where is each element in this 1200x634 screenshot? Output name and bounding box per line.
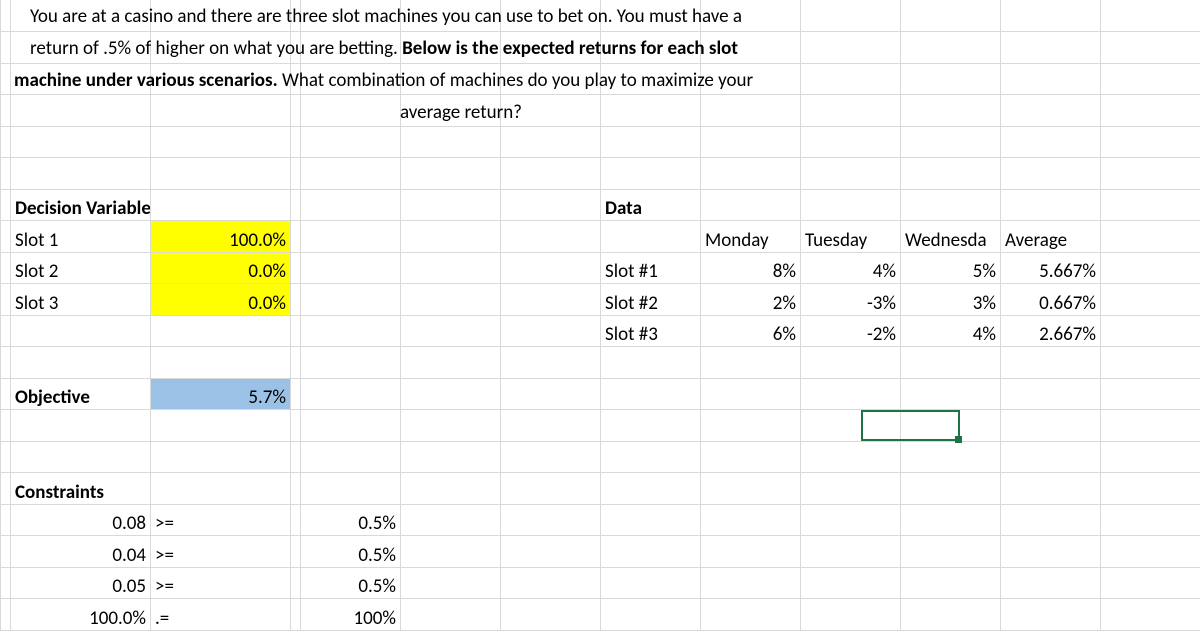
constraint-lhs-3[interactable]: 0.05 — [11, 567, 151, 599]
col-monday[interactable]: Monday — [701, 221, 801, 253]
data-wed-1[interactable]: 5% — [901, 252, 1001, 284]
spreadsheet-grid[interactable]: Decision Variables Data Slot 1 100.0% Mo… — [0, 0, 1200, 631]
constraint-rhs-4[interactable]: 100% — [301, 599, 401, 631]
spreadsheet-viewport[interactable]: Decision Variables Data Slot 1 100.0% Mo… — [0, 0, 1200, 634]
objective-label[interactable]: Objective — [11, 378, 151, 410]
decision-variables-header[interactable]: Decision Variables — [11, 189, 151, 221]
data-wed-3[interactable]: 4% — [901, 315, 1001, 347]
dv-value-slot2[interactable]: 0.0% — [151, 252, 291, 284]
constraint-lhs-2[interactable]: 0.04 — [11, 536, 151, 568]
col-average[interactable]: Average — [1001, 221, 1101, 253]
dv-label-slot2[interactable]: Slot 2 — [11, 252, 151, 284]
constraints-header[interactable]: Constraints — [11, 473, 151, 505]
constraint-op-4[interactable]: .= — [151, 599, 291, 631]
data-avg-3[interactable]: 2.667% — [1001, 315, 1101, 347]
data-avg-2[interactable]: 0.667% — [1001, 284, 1101, 316]
data-wed-2[interactable]: 3% — [901, 284, 1001, 316]
data-tue-2[interactable]: -3% — [801, 284, 901, 316]
col-wednesday[interactable]: Wednesda — [901, 221, 1001, 253]
dv-label-slot1[interactable]: Slot 1 — [11, 221, 151, 253]
data-mon-2[interactable]: 2% — [701, 284, 801, 316]
data-row-label-2[interactable]: Slot #2 — [601, 284, 701, 316]
objective-value[interactable]: 5.7% — [151, 378, 291, 410]
data-avg-1[interactable]: 5.667% — [1001, 252, 1101, 284]
data-header[interactable]: Data — [601, 189, 701, 221]
dv-value-slot1[interactable]: 100.0% — [151, 221, 291, 253]
constraint-op-1[interactable]: >= — [151, 504, 291, 536]
constraint-rhs-2[interactable]: 0.5% — [301, 536, 401, 568]
data-mon-1[interactable]: 8% — [701, 252, 801, 284]
constraint-rhs-3[interactable]: 0.5% — [301, 567, 401, 599]
data-row-label-1[interactable]: Slot #1 — [601, 252, 701, 284]
constraint-op-2[interactable]: >= — [151, 536, 291, 568]
data-mon-3[interactable]: 6% — [701, 315, 801, 347]
data-tue-3[interactable]: -2% — [801, 315, 901, 347]
dv-label-slot3[interactable]: Slot 3 — [11, 284, 151, 316]
constraint-rhs-1[interactable]: 0.5% — [301, 504, 401, 536]
data-tue-1[interactable]: 4% — [801, 252, 901, 284]
dv-value-slot3[interactable]: 0.0% — [151, 284, 291, 316]
constraint-lhs-1[interactable]: 0.08 — [11, 504, 151, 536]
constraint-lhs-4[interactable]: 100.0% — [11, 599, 151, 631]
data-row-label-3[interactable]: Slot #3 — [601, 315, 701, 347]
col-tuesday[interactable]: Tuesday — [801, 221, 901, 253]
constraint-op-3[interactable]: >= — [151, 567, 291, 599]
